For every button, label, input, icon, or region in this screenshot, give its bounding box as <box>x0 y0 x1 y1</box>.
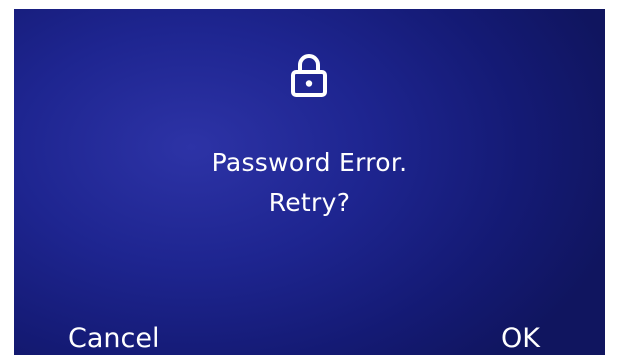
error-message-line2: Retry? <box>268 188 351 217</box>
error-message-line1: Password Error. <box>211 148 408 177</box>
ok-button[interactable]: OK <box>501 323 540 354</box>
cancel-button[interactable]: Cancel <box>68 323 159 354</box>
lock-icon <box>291 54 327 97</box>
device-frame: Password Error. Retry? Cancel OK <box>0 0 619 355</box>
password-error-dialog: Password Error. Retry? Cancel OK <box>14 9 605 355</box>
